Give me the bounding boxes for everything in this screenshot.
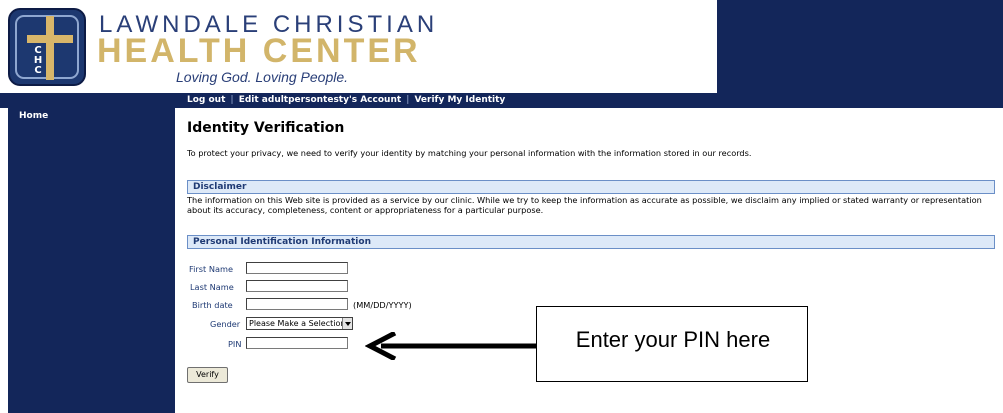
personal-info-heading: Personal Identification Information xyxy=(193,237,371,247)
birth-date-format-hint: (MM/DD/YYYY) xyxy=(353,300,412,310)
top-nav: Log out | Edit adultpersontesty's Account |… xyxy=(0,93,1003,108)
nav-separator: | xyxy=(230,95,234,105)
gender-selected-value: Please Make a Selection xyxy=(249,319,346,328)
logo-letters: C H C xyxy=(30,46,46,76)
last-name-row: Last Name xyxy=(187,280,357,293)
page-title: Identity Verification xyxy=(187,120,345,136)
first-name-row: First Name xyxy=(187,262,357,275)
last-name-label: Last Name xyxy=(190,282,234,292)
cross-icon-bar xyxy=(27,35,73,43)
pin-label: PIN xyxy=(228,339,242,349)
last-name-input[interactable] xyxy=(246,280,348,292)
callout-text: Enter your PIN here xyxy=(575,327,771,352)
sidebar: Home xyxy=(8,108,175,413)
cross-icon xyxy=(46,16,54,80)
header-band xyxy=(717,0,1003,93)
first-name-label: First Name xyxy=(189,264,233,274)
birth-date-row: Birth date (MM/DD/YYYY) xyxy=(187,298,487,311)
clinic-logo[interactable]: C H C xyxy=(8,8,86,86)
intro-text: To protect your privacy, we need to veri… xyxy=(187,148,752,158)
disclaimer-section-header: Disclaimer xyxy=(187,180,995,194)
verify-identity-link[interactable]: Verify My Identity xyxy=(414,95,505,105)
pin-input[interactable] xyxy=(246,337,348,349)
edit-account-link[interactable]: Edit adultpersontesty's Account xyxy=(239,95,401,105)
gender-select[interactable]: Please Make a Selection xyxy=(246,317,353,330)
tagline: Loving God. Loving People. xyxy=(176,69,349,85)
birth-date-input[interactable] xyxy=(246,298,348,310)
pin-row: PIN xyxy=(187,337,357,350)
disclaimer-heading: Disclaimer xyxy=(193,182,247,192)
nav-separator: | xyxy=(406,95,410,105)
disclaimer-text: The information on this Web site is prov… xyxy=(187,195,982,215)
verify-button[interactable]: Verify xyxy=(187,367,228,383)
site-header: C H C LAWNDALE CHRISTIAN HEALTH CENTER L… xyxy=(0,0,1003,93)
logo-letter: C xyxy=(34,65,42,76)
org-name-line2: HEALTH CENTER xyxy=(97,32,421,70)
first-name-input[interactable] xyxy=(246,262,348,274)
arrow-icon xyxy=(365,332,537,360)
gender-label: Gender xyxy=(210,319,241,329)
logout-link[interactable]: Log out xyxy=(187,95,225,105)
gender-row: Gender Please Make a Selection xyxy=(187,317,367,330)
pin-callout-box: Enter your PIN here xyxy=(536,306,808,382)
sidebar-item-home[interactable]: Home xyxy=(19,111,48,121)
chevron-down-icon[interactable] xyxy=(342,318,352,329)
personal-info-section-header: Personal Identification Information xyxy=(187,235,995,249)
birth-date-label: Birth date xyxy=(192,300,233,310)
